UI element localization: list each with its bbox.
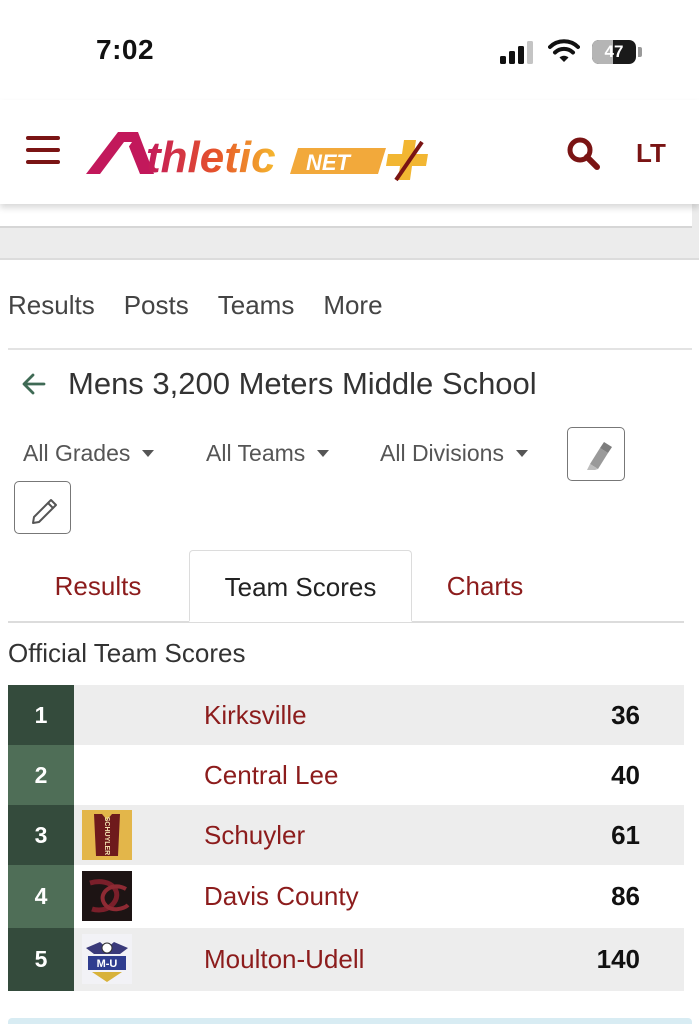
- back-arrow-icon[interactable]: [20, 370, 48, 398]
- section-title: Official Team Scores: [8, 638, 246, 668]
- teams-filter-label: All Teams: [206, 440, 306, 466]
- divisions-filter-dropdown[interactable]: All Divisions: [380, 440, 528, 467]
- caret-down-icon: [515, 450, 528, 457]
- team-name-link[interactable]: Kirksville: [204, 700, 307, 731]
- table-row: 5 M-U Moulton-Udell 140: [8, 928, 684, 991]
- team-points: 40: [611, 760, 640, 790]
- wifi-icon: [548, 39, 580, 62]
- tab-charts[interactable]: Charts: [412, 550, 558, 622]
- team-name-link[interactable]: Central Lee: [204, 760, 338, 791]
- logo-net: NET: [306, 150, 352, 175]
- rank-cell: 2: [8, 745, 74, 805]
- top-nav-more[interactable]: More: [323, 290, 382, 321]
- battery-percentage: 47: [604, 42, 624, 61]
- status-bar: 7:02 47: [0, 0, 699, 100]
- rank-cell: 5: [8, 928, 74, 991]
- status-time: 7:02: [96, 34, 155, 65]
- hamburger-menu-icon[interactable]: [26, 136, 62, 164]
- rank-cell: 1: [8, 685, 74, 745]
- team-name-link[interactable]: Moulton-Udell: [204, 944, 364, 975]
- davis-county-team-logo[interactable]: [82, 871, 132, 921]
- user-initials-button[interactable]: LT: [636, 138, 666, 169]
- caret-down-icon: [142, 450, 155, 457]
- tab-team-scores[interactable]: Team Scores: [189, 550, 412, 622]
- moulton-udell-team-logo[interactable]: M-U: [82, 934, 132, 984]
- divisions-filter-label: All Divisions: [380, 440, 504, 466]
- pencil-icon: [32, 499, 57, 524]
- tab-results[interactable]: Results: [8, 550, 188, 622]
- battery-terminal: [638, 47, 642, 57]
- moulton-udell-logo-text: M-U: [97, 958, 118, 970]
- app-header: thletic NET LT: [0, 100, 699, 204]
- table-row: 2 Central Lee 40: [8, 745, 684, 805]
- schuyler-team-logo[interactable]: SCHUYLER: [82, 810, 132, 860]
- header-spacer-band: [0, 204, 699, 260]
- grades-filter-label: All Grades: [23, 440, 131, 466]
- team-scores-table: 1 Kirksville 36 2 Central Lee 40 3 SCHUY…: [8, 685, 684, 991]
- top-nav: Results Posts Teams More: [8, 290, 412, 321]
- table-row: 1 Kirksville 36: [8, 685, 684, 745]
- team-points: 86: [611, 881, 640, 911]
- schuyler-logo-text: SCHUYLER: [103, 817, 110, 856]
- caret-down-icon: [317, 450, 330, 457]
- logo-wordmark: thletic: [146, 133, 276, 182]
- table-row: 4 Davis County 86: [8, 865, 684, 928]
- page-title: Mens 3,200 Meters Middle School: [68, 366, 537, 401]
- table-row: 3 SCHUYLER Schuyler 61: [8, 805, 684, 865]
- teams-filter-dropdown[interactable]: All Teams: [206, 440, 330, 467]
- team-points: 140: [596, 944, 640, 974]
- cellular-signal-icon: [500, 40, 536, 64]
- edit-button[interactable]: [14, 481, 71, 534]
- search-icon[interactable]: [566, 136, 600, 170]
- highlighter-icon: [587, 442, 612, 470]
- team-points: 61: [611, 820, 640, 850]
- team-name-link[interactable]: Davis County: [204, 881, 359, 912]
- collapsed-card: [0, 204, 692, 228]
- bottom-panel-edge: [8, 1018, 692, 1024]
- team-points: 36: [611, 700, 640, 730]
- highlighter-button[interactable]: [567, 427, 625, 481]
- nav-divider: [8, 348, 692, 350]
- top-nav-posts[interactable]: Posts: [124, 290, 189, 321]
- top-nav-results[interactable]: Results: [8, 290, 95, 321]
- battery-icon: 47: [592, 40, 636, 64]
- main-content: Results Posts Teams More Mens 3,200 Mete…: [0, 258, 699, 1024]
- athleticnet-logo[interactable]: thletic NET: [86, 124, 436, 184]
- rank-cell: 4: [8, 865, 74, 928]
- top-nav-teams[interactable]: Teams: [218, 290, 295, 321]
- rank-cell: 3: [8, 805, 74, 865]
- team-name-link[interactable]: Schuyler: [204, 820, 305, 851]
- grades-filter-dropdown[interactable]: All Grades: [23, 440, 155, 467]
